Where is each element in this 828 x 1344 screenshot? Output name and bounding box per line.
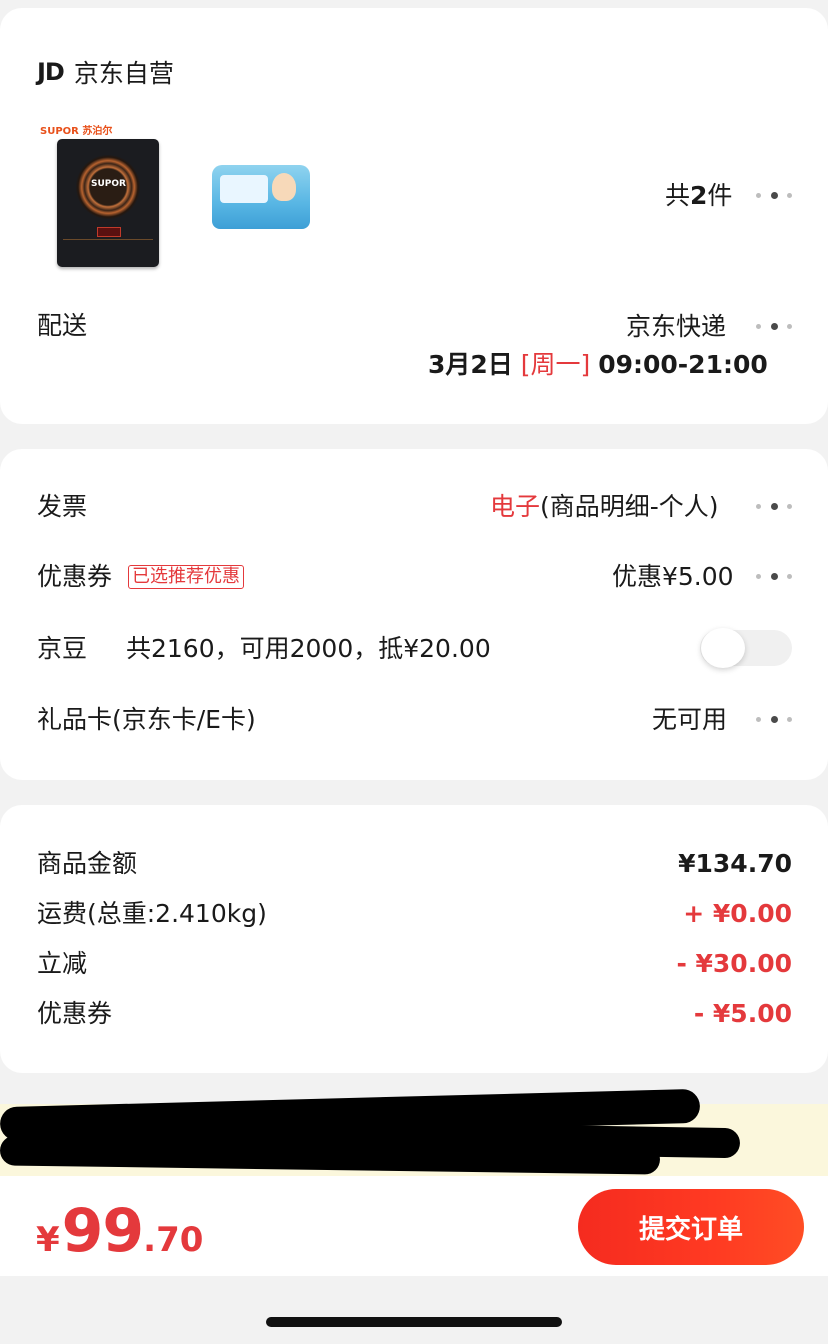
store-header: JD 京东自营 <box>37 54 174 90</box>
price-summary-card <box>0 805 828 1073</box>
summary-label: 运费(总重:2.410kg) <box>37 899 267 928</box>
summary-label: 商品金额 <box>37 849 138 878</box>
baby-wipes-image <box>212 165 310 229</box>
delivery-time-range: 09:00-21:00 <box>598 350 768 379</box>
gift-card-label: 礼品卡(京东卡/E卡) <box>37 705 256 734</box>
summary-value: + ¥0.00 <box>683 899 792 928</box>
item-count[interactable]: 共2件 <box>665 181 732 211</box>
home-indicator[interactable] <box>266 1317 562 1327</box>
currency-symbol: ¥ <box>36 1220 60 1260</box>
delivery-label: 配送 <box>37 311 88 340</box>
jingdou-toggle[interactable] <box>700 628 792 668</box>
more-dots-icon[interactable] <box>756 191 792 201</box>
total-price-decimal: .70 <box>143 1220 204 1260</box>
delivery-time[interactable]: 3月2日 [周一] 09:00-21:00 <box>428 350 768 380</box>
total-price: ¥ 99 .70 <box>36 1196 203 1266</box>
summary-value: - ¥5.00 <box>693 999 792 1028</box>
toggle-knob <box>701 628 745 668</box>
jingdou-desc: 共2160，可用2000，抵¥20.00 <box>126 634 491 663</box>
total-price-integer: 99 <box>61 1196 144 1266</box>
more-dots-icon[interactable] <box>756 715 792 725</box>
product-label: SUPOR <box>91 179 126 189</box>
product-thumb-induction-cooker[interactable]: SUPOR 苏泊尔 SUPOR <box>40 122 162 272</box>
summary-label: 立减 <box>37 949 88 978</box>
order-confirm-page: JD 京东自营 SUPOR 苏泊尔 SUPOR 共2件 配送 京东快递 3月2日… <box>0 0 828 1344</box>
invoice-value[interactable]: 电子(商品明细-个人) <box>490 492 719 522</box>
coupon-label: 优惠券 <box>37 562 113 591</box>
more-dots-icon[interactable] <box>756 572 792 582</box>
delivery-weekday: [周一] <box>520 350 591 379</box>
coupon-value[interactable]: 优惠¥5.00 <box>612 562 734 592</box>
summary-value: ¥134.70 <box>678 849 792 878</box>
product-brand: SUPOR 苏泊尔 <box>40 126 113 137</box>
invoice-label: 发票 <box>37 492 88 521</box>
summary-value: - ¥30.00 <box>676 949 792 978</box>
coupon-recommended-badge: 已选推荐优惠 <box>128 565 244 589</box>
store-name: 京东自营 <box>73 59 174 88</box>
summary-label: 优惠券 <box>37 999 113 1028</box>
delivery-date: 3月2日 <box>428 350 513 379</box>
gift-card-value[interactable]: 无可用 <box>652 705 727 735</box>
product-thumb-baby-wipes[interactable] <box>212 165 310 229</box>
more-dots-icon[interactable] <box>756 502 792 512</box>
delivery-carrier[interactable]: 京东快递 <box>626 312 726 342</box>
jingdou-label: 京豆 <box>37 634 88 663</box>
more-dots-icon[interactable] <box>756 322 792 332</box>
jd-logo-icon: JD <box>37 58 65 86</box>
induction-cooker-image: SUPOR <box>57 139 159 267</box>
submit-order-button[interactable]: 提交订单 <box>578 1189 804 1265</box>
